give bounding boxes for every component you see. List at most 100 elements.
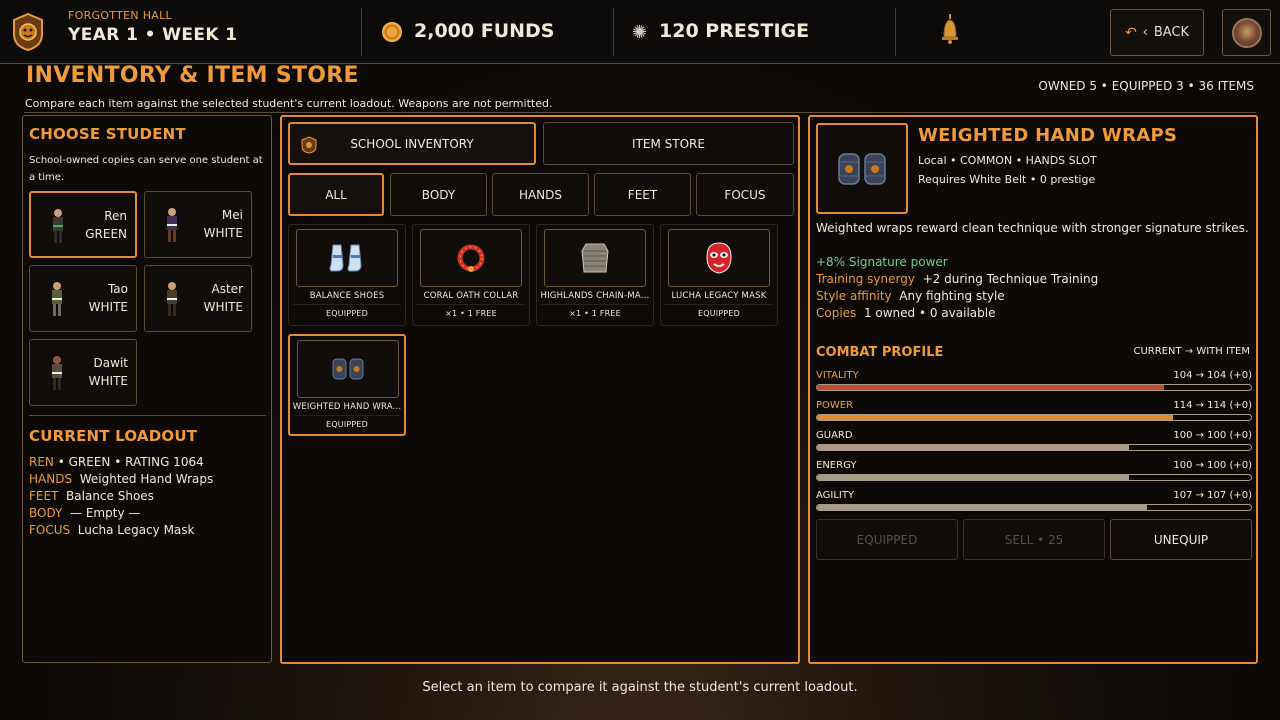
bell-icon[interactable] (940, 13, 960, 45)
tab-item-store[interactable]: ITEM STORE (543, 122, 794, 165)
page-title: INVENTORY & ITEM STORE (26, 63, 359, 88)
filter-focus[interactable]: FOCUS (696, 173, 794, 216)
student-sprite (167, 282, 177, 316)
item-card-lucha-legacy-mask[interactable]: LUCHA LEGACY MASK EQUIPPED (660, 224, 778, 326)
stat-value: 107 → 107 (+0) (1173, 490, 1252, 501)
item-detail-panel: WEIGHTED HAND WRAPS Local • COMMON • HAN… (808, 115, 1258, 664)
unequip-button[interactable]: UNEQUIP (1110, 519, 1252, 560)
footer-hint: Select an item to compare it against the… (422, 680, 858, 695)
student-card-mei[interactable]: Mei WHITE (144, 191, 252, 258)
action-label: SELL • 25 (1004, 532, 1064, 547)
stat-name: AGILITY (816, 490, 855, 501)
detail-value: +2 during Technique Training (922, 272, 1099, 286)
profile-button[interactable] (1222, 9, 1271, 56)
chainmail-icon (581, 243, 609, 273)
item-card-weighted-hand-wraps[interactable]: WEIGHTED HAND WRA... EQUIPPED (288, 334, 406, 436)
current-loadout-title: CURRENT LOADOUT (29, 427, 198, 445)
loadout-key: FOCUS (29, 523, 71, 537)
filter-label: FEET (627, 187, 658, 202)
choose-student-title: CHOOSE STUDENT (29, 125, 186, 143)
filter-feet[interactable]: FEET (594, 173, 691, 216)
item-status: ×1 • 1 FREE (445, 309, 497, 318)
item-status: EQUIPPED (325, 309, 369, 318)
school-name: FORGOTTEN HALL (68, 9, 172, 22)
item-requirement: Requires White Belt • 0 prestige (918, 173, 1096, 186)
item-name: BALANCE SHOES (309, 291, 385, 301)
item-description: Weighted wraps reward clean technique wi… (816, 221, 1249, 235)
date-label: YEAR 1 • WEEK 1 (68, 25, 238, 45)
divider (895, 8, 896, 56)
filter-label: ALL (325, 187, 347, 202)
detail-key: Training synergy (816, 272, 915, 286)
item-card-coral-oath-collar[interactable]: CORAL OATH COLLAR ×1 • 1 FREE (412, 224, 530, 326)
equipped-button[interactable]: EQUIPPED (816, 519, 958, 560)
item-title: WEIGHTED HAND WRAPS (918, 125, 1178, 146)
stat-vitality: VITALITY 104 → 104 (+0) (816, 370, 1252, 398)
funds-label: 2,000 FUNDS (414, 20, 555, 42)
tab-label: SCHOOL INVENTORY (350, 136, 474, 151)
student-belt: WHITE (88, 300, 128, 314)
item-meta: Local • COMMON • HANDS SLOT (918, 154, 1097, 167)
back-button[interactable]: ↶ ‹ BACK (1110, 9, 1204, 56)
mask-icon (706, 242, 732, 274)
header-divider (24, 112, 1256, 113)
student-card-aster[interactable]: Aster WHITE (144, 265, 252, 332)
stat-guard: GUARD 100 → 100 (+0) (816, 430, 1252, 458)
hand-wraps-icon (838, 152, 886, 185)
top-bar: FORGOTTEN HALL YEAR 1 • WEEK 1 2,000 FUN… (0, 0, 1280, 64)
item-divider (665, 304, 773, 305)
student-belt: WHITE (203, 226, 243, 240)
copies: Copies 1 owned • 0 available (816, 306, 995, 320)
item-card-balance-shoes[interactable]: BALANCE SHOES EQUIPPED (288, 224, 406, 326)
item-thumbnail (544, 229, 646, 287)
student-card-tao[interactable]: Tao WHITE (29, 265, 137, 332)
stat-value: 100 → 100 (+0) (1173, 460, 1252, 471)
stat-bar (816, 504, 1252, 511)
loadout-focus: FOCUS Lucha Legacy Mask (29, 522, 213, 539)
student-card-ren[interactable]: Ren GREEN (29, 191, 137, 258)
hand-wraps-icon (332, 358, 364, 380)
detail-thumbnail (816, 123, 908, 214)
loadout-hands: HANDS Weighted Hand Wraps (29, 471, 213, 488)
item-card-highlands-chain-mail[interactable]: HIGHLANDS CHAIN-MA... ×1 • 1 FREE (536, 224, 654, 326)
filter-body[interactable]: BODY (390, 173, 487, 216)
avatar (1231, 17, 1262, 48)
stat-fill (817, 415, 1173, 420)
detail-value: Any fighting style (899, 289, 1005, 303)
choose-student-desc: School-owned copies can serve one studen… (29, 155, 263, 183)
sell-button[interactable]: SELL • 25 (963, 519, 1105, 560)
stat-power: POWER 114 → 114 (+0) (816, 400, 1252, 428)
item-name: HIGHLANDS CHAIN-MA... (540, 291, 650, 301)
stat-fill (817, 505, 1147, 510)
loadout-value: — Empty — (70, 506, 141, 520)
divider (613, 8, 614, 56)
back-arrow-icon: ↶ (1124, 24, 1137, 41)
inventory-stats: OWNED 5 • EQUIPPED 3 • 36 ITEMS (1038, 79, 1254, 93)
student-name: Tao (107, 282, 128, 296)
loadout-key: REN (29, 455, 54, 469)
item-status: ×1 • 1 FREE (569, 309, 621, 318)
detail-value: 1 owned • 0 available (863, 306, 996, 320)
combat-legend: CURRENT → WITH ITEM (1133, 346, 1251, 357)
student-panel: CHOOSE STUDENT School-owned copies can s… (22, 115, 272, 663)
student-name: Dawit (93, 356, 128, 370)
student-sprite (52, 356, 62, 390)
loadout-key: FEET (29, 489, 59, 503)
coin-icon (382, 22, 402, 42)
filter-hands[interactable]: HANDS (492, 173, 589, 216)
tab-school-inventory[interactable]: SCHOOL INVENTORY (288, 122, 536, 165)
student-name: Mei (221, 208, 243, 222)
stat-bar (816, 384, 1252, 391)
stat-bar (816, 414, 1252, 421)
student-belt: WHITE (203, 300, 243, 314)
page-subtitle: Compare each item against the selected s… (25, 97, 553, 110)
stat-value: 104 → 104 (+0) (1173, 370, 1252, 381)
action-label: UNEQUIP (1153, 532, 1209, 547)
stat-bar (816, 444, 1252, 451)
loadout-key: BODY (29, 506, 63, 520)
detail-key: Style affinity (816, 289, 892, 303)
shoes-icon (329, 244, 362, 272)
filter-all[interactable]: ALL (288, 173, 384, 216)
student-card-dawit[interactable]: Dawit WHITE (29, 339, 137, 406)
stat-value: 100 → 100 (+0) (1173, 430, 1252, 441)
